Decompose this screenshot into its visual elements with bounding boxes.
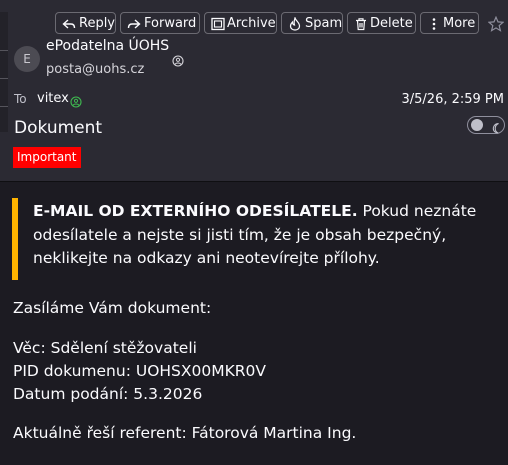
subject-line: Věc: Sdělení stěžovateli xyxy=(13,339,197,357)
forward-icon xyxy=(127,13,141,35)
reply-icon xyxy=(62,13,76,35)
referent-line: Aktuálně řeší referent: Fátorová Martina… xyxy=(13,424,357,442)
more-label: More xyxy=(443,16,476,31)
message-body: E-MAIL OD EXTERNÍHO ODESÍLATELE. Pokud n… xyxy=(0,182,508,465)
dark-mode-toggle[interactable] xyxy=(467,116,505,134)
star-icon[interactable] xyxy=(487,15,505,36)
pid-line: PID dokumenu: UOHSX00MKR0V xyxy=(13,362,267,380)
warning-text: E-MAIL OD EXTERNÍHO ODESÍLATELE. Pokud n… xyxy=(33,200,493,271)
forward-label: Forward xyxy=(144,16,197,31)
contact-icon[interactable] xyxy=(172,52,184,71)
trash-icon xyxy=(354,13,368,35)
warning-heading: E-MAIL OD EXTERNÍHO ODESÍLATELE. xyxy=(33,202,358,220)
message-subject: Dokument xyxy=(14,118,103,138)
forward-button[interactable]: Forward xyxy=(120,12,200,34)
left-edge-strip xyxy=(0,12,8,132)
greeting-line: Zasíláme Vám dokument: xyxy=(13,299,212,317)
sender-email[interactable]: posta@uohs.cz xyxy=(46,62,144,77)
external-sender-warning: E-MAIL OD EXTERNÍHO ODESÍLATELE. Pokud n… xyxy=(12,198,502,280)
message-date: 3/5/26, 2:59 PM xyxy=(401,92,505,107)
moon-icon xyxy=(490,119,502,138)
archive-label: Archive xyxy=(227,16,276,31)
delete-button[interactable]: Delete xyxy=(347,12,416,34)
date-line: Datum podání: 5.3.2026 xyxy=(13,385,203,403)
toggle-knob xyxy=(471,119,483,131)
more-vertical-icon xyxy=(427,13,441,35)
spam-label: Spam xyxy=(305,16,343,31)
sender-avatar: E xyxy=(14,46,40,72)
important-tag: Important xyxy=(13,147,81,168)
archive-icon xyxy=(211,13,225,35)
spam-button[interactable]: Spam xyxy=(281,12,343,34)
message-header: Reply Forward Archive Spam Delete More E… xyxy=(0,0,508,182)
to-label: To xyxy=(14,92,27,106)
delete-label: Delete xyxy=(370,16,413,31)
reply-label: Reply xyxy=(79,16,116,31)
recipient-name[interactable]: vitex xyxy=(37,91,69,106)
more-button[interactable]: More xyxy=(420,12,479,34)
flame-icon xyxy=(288,13,302,35)
sender-name[interactable]: ePodatelna ÚOHS xyxy=(46,38,169,54)
archive-button[interactable]: Archive xyxy=(204,12,277,34)
reply-button[interactable]: Reply xyxy=(55,12,116,34)
contact-status-icon xyxy=(70,93,82,112)
